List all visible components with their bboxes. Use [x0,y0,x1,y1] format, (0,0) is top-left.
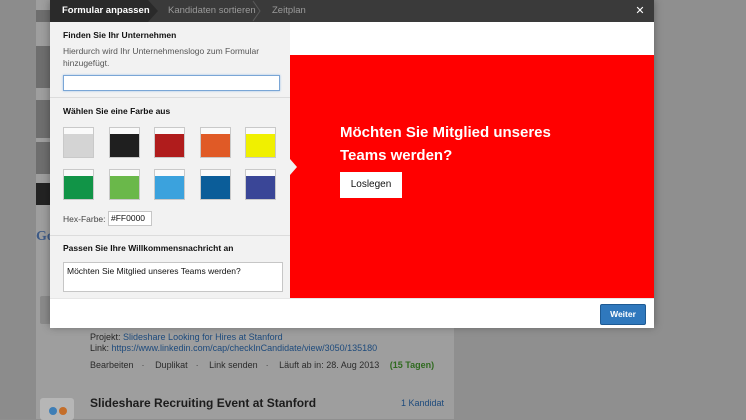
event-icon [40,398,74,420]
color-swatch[interactable] [154,127,185,158]
hex-color-input[interactable]: #FF0000 [108,211,152,226]
background-thumbnail [36,10,50,22]
expires-days: (15 Tagen) [389,360,435,370]
get-started-button[interactable]: Loslegen [340,172,402,198]
project-link[interactable]: Slideshare Looking for Hires at Stanford [123,332,283,342]
background-link-line: Link: https://www.linkedin.com/cap/check… [90,343,377,353]
expires-label: Läuft ab in: 28. Aug 2013 [279,360,380,370]
link-label: Link: [90,343,110,353]
color-swatch[interactable] [108,127,140,158]
background-actions: Bearbeiten · Duplikat · Link senden · Läuft… [90,360,442,370]
modal-footer: Weiter [50,298,654,328]
candidate-link[interactable]: https://www.linkedin.com/cap/checkInCand… [112,343,378,353]
send-link[interactable]: Link senden [209,360,258,370]
color-section-title: Wählen Sie eine Farbe aus [63,106,171,116]
color-swatch[interactable] [199,127,231,158]
step-customize-form[interactable]: Formular anpassen [62,0,150,22]
step-sort-candidates[interactable]: Kandidaten sortieren [168,0,256,22]
swatch-color-fill [246,134,275,157]
color-swatch[interactable] [245,127,276,158]
swatch-color-fill [64,134,93,157]
swatch-color-fill [155,134,184,157]
preview-headline: Möchten Sie Mitglied unseres Teams werde… [340,124,551,164]
swatch-color-fill [246,176,275,199]
step-schedule[interactable]: Zeitplan [272,0,306,22]
preview-logo-area [290,22,654,55]
customize-form-modal: Formular anpassen Kandidaten sortieren Z… [50,0,654,328]
background-thumbnail [36,100,50,138]
color-swatch[interactable] [154,169,185,200]
background-project-line: Projekt: Slideshare Looking for Hires at… [90,332,283,342]
next-button[interactable]: Weiter [600,304,646,325]
background-thumbnail [36,46,50,88]
separator-dot: · [195,360,199,370]
form-preview: Möchten Sie Mitglied unseres Teams werde… [290,55,654,298]
company-section-title: Finden Sie Ihr Unternehmen [63,30,177,40]
background-thumbnail [36,142,50,174]
welcome-message-input[interactable] [63,262,283,292]
company-search-input[interactable] [63,75,280,91]
event-title[interactable]: Slideshare Recruiting Event at Stanford [90,396,316,410]
swatch-color-fill [200,134,230,157]
hex-color-label: Hex-Farbe: [63,214,106,224]
color-swatch[interactable] [245,169,276,200]
swatch-color-fill [155,176,184,199]
background-overlay [0,0,36,419]
wizard-steps-bar: Formular anpassen Kandidaten sortieren Z… [50,0,654,22]
color-swatch[interactable] [63,127,94,158]
duplicate-link[interactable]: Duplikat [155,360,188,370]
close-icon[interactable]: ✕ [634,4,646,18]
swatch-color-fill [109,134,139,157]
color-swatch[interactable] [199,169,231,200]
color-swatch[interactable] [108,169,140,200]
color-swatch[interactable] [63,169,94,200]
event-candidate-count[interactable]: 1 Kandidat [401,398,444,408]
swatch-color-fill [64,176,93,199]
project-label: Projekt: [90,332,121,342]
edit-link[interactable]: Bearbeiten [90,360,134,370]
background-thumbnail [36,183,50,205]
separator-dot: · [265,360,269,370]
company-section-description: Hierdurch wird Ihr Unternehmenslogo zum … [63,46,260,68]
preview-pointer-icon [290,159,297,175]
swatch-color-fill [109,176,139,199]
swatch-color-fill [200,176,230,199]
welcome-section-title: Passen Sie Ihre Willkommensnachricht an [63,243,234,253]
separator-dot: · [141,360,145,370]
